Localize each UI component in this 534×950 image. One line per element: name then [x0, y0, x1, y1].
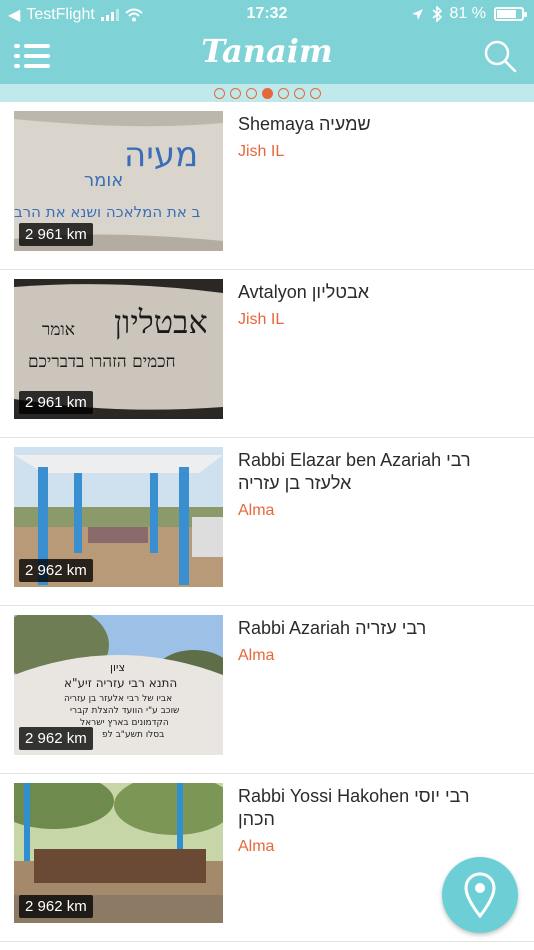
page-dot[interactable] [229, 87, 241, 99]
svg-text:אומר: אומר [84, 170, 123, 191]
item-info: Avtalyon אבטליון Jish IL [238, 281, 500, 329]
item-location[interactable]: Alma [238, 647, 500, 665]
distance-badge: 2 961 km [19, 391, 93, 414]
distance-badge: 2 962 km [19, 895, 93, 918]
list-item[interactable]: מעיה אומר ב את המלאכה ושנא את הרב 2 961 … [0, 102, 534, 270]
svg-text:ב את המלאכה ושנא את הרב: ב את המלאכה ושנא את הרב [14, 203, 201, 221]
page-dot[interactable] [309, 87, 321, 99]
page-dot[interactable] [213, 87, 225, 99]
item-name: Rabbi Yossi Hakohen רבי יוסי הכהן [238, 786, 470, 829]
page-indicator [0, 84, 534, 102]
map-pin-icon [464, 872, 496, 918]
distance-badge: 2 962 km [19, 727, 93, 750]
item-photo: 2 962 km [14, 447, 223, 587]
list-item[interactable]: 2 962 km Rabbi Elazar ben Azariah רבי אל… [0, 438, 534, 606]
item-photo: ציון התנא רבי עזריה זיע"א אביו של רבי אל… [14, 615, 223, 755]
page-dot[interactable] [293, 87, 305, 99]
item-location[interactable]: Alma [238, 838, 500, 856]
item-location[interactable]: Jish IL [238, 143, 500, 161]
app-title: Tanaim [201, 32, 333, 70]
status-right: 81 % [411, 5, 527, 23]
search-icon [484, 40, 517, 73]
item-name: Shemaya שמעיה [238, 114, 371, 134]
item-info: Rabbi Yossi Hakohen רבי יוסי הכהן Alma [238, 785, 500, 856]
svg-text:הקדמונים בארץ ישראל: הקדמונים בארץ ישראל [80, 718, 169, 728]
svg-text:בסלו תשע"ב לפ: בסלו תשע"ב לפ [102, 730, 164, 740]
nav-bar: Tanaim [0, 28, 534, 84]
page-dot[interactable] [277, 87, 289, 99]
svg-text:אומר: אומר [42, 320, 75, 340]
battery-icon [494, 7, 527, 21]
item-info: Rabbi Azariah רבי עזריה Alma [238, 617, 500, 665]
svg-text:התנא רבי עזריה זיע"א: התנא רבי עזריה זיע"א [64, 676, 177, 690]
battery-percent: 81 % [449, 5, 486, 22]
bluetooth-icon [432, 6, 442, 22]
item-name: Avtalyon אבטליון [238, 282, 370, 302]
location-arrow-icon [411, 8, 423, 20]
list-item[interactable]: אבטליון אומר חכמים הזהרו בדבריכם 2 961 k… [0, 270, 534, 438]
page-dot[interactable] [245, 87, 257, 99]
search-button[interactable] [482, 38, 518, 74]
item-info: Shemaya שמעיה Jish IL [238, 113, 500, 161]
item-location[interactable]: Jish IL [238, 311, 500, 329]
svg-text:אבטליון: אבטליון [114, 303, 208, 341]
svg-text:ציון: ציון [110, 661, 125, 674]
status-bar: ◀ TestFlight 17:32 81 % [0, 0, 534, 28]
distance-badge: 2 961 km [19, 223, 93, 246]
item-photo: מעיה אומר ב את המלאכה ושנא את הרב 2 961 … [14, 111, 223, 251]
svg-text:חכמים הזהרו בדבריכם: חכמים הזהרו בדבריכם [28, 352, 176, 372]
list-item[interactable]: ציון התנא רבי עזריה זיע"א אביו של רבי אל… [0, 606, 534, 774]
distance-badge: 2 962 km [19, 559, 93, 582]
item-photo: 2 962 km [14, 783, 223, 923]
item-photo: אבטליון אומר חכמים הזהרו בדבריכם 2 961 k… [14, 279, 223, 419]
item-name: Rabbi Azariah רבי עזריה [238, 618, 427, 638]
map-button[interactable] [442, 857, 518, 933]
item-location[interactable]: Alma [238, 502, 500, 520]
tanaim-list: מעיה אומר ב את המלאכה ושנא את הרב 2 961 … [0, 102, 534, 942]
item-info: Rabbi Elazar ben Azariah רבי אלעזר בן עז… [238, 449, 500, 520]
page-dot[interactable] [261, 87, 273, 99]
svg-text:אביו של רבי אלעזר בן עזריה: אביו של רבי אלעזר בן עזריה [64, 694, 172, 704]
svg-text:מעיה: מעיה [124, 135, 198, 175]
item-name: Rabbi Elazar ben Azariah רבי אלעזר בן עז… [238, 450, 471, 493]
svg-text:שוכב ע"י הוועד להצלת קברי: שוכב ע"י הוועד להצלת קברי [70, 706, 179, 716]
